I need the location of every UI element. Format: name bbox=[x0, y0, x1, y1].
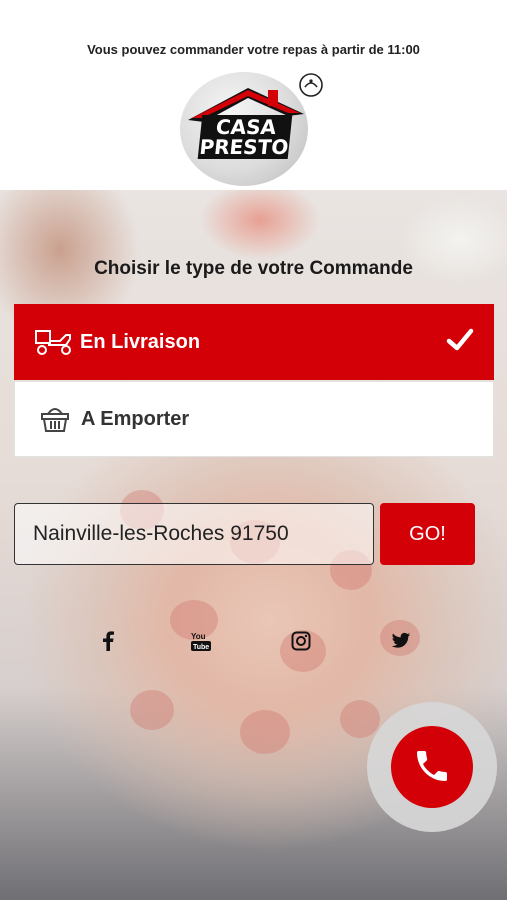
checkmark-icon bbox=[446, 328, 474, 357]
option-takeaway-label: A Emporter bbox=[81, 407, 190, 430]
svg-text:Tube: Tube bbox=[193, 644, 209, 651]
option-takeaway[interactable]: A Emporter bbox=[14, 381, 494, 457]
instagram-icon[interactable] bbox=[286, 628, 316, 654]
go-button[interactable]: GO! bbox=[380, 503, 475, 565]
option-delivery-label: En Livraison bbox=[80, 330, 201, 353]
youtube-icon[interactable]: You Tube bbox=[186, 628, 216, 654]
opening-notice: Vous pouvez commander votre repas à part… bbox=[87, 42, 420, 57]
address-input[interactable] bbox=[14, 503, 374, 565]
twitter-icon[interactable] bbox=[386, 628, 416, 654]
basket-icon bbox=[35, 404, 75, 434]
svg-text:You: You bbox=[191, 632, 206, 641]
facebook-icon[interactable] bbox=[93, 628, 123, 654]
casa-presto-logo: CASA PRESTO bbox=[180, 70, 323, 188]
order-type-title: Choisir le type de votre Commande bbox=[94, 258, 413, 279]
logo-wordmark: CASA PRESTO bbox=[197, 115, 293, 159]
header: Vous pouvez commander votre repas à part… bbox=[0, 0, 507, 190]
call-button[interactable] bbox=[391, 726, 473, 808]
delivery-scooter-icon bbox=[34, 327, 74, 357]
option-delivery[interactable]: En Livraison bbox=[14, 304, 494, 380]
halal-badge-icon bbox=[298, 72, 324, 101]
phone-icon bbox=[412, 746, 452, 789]
